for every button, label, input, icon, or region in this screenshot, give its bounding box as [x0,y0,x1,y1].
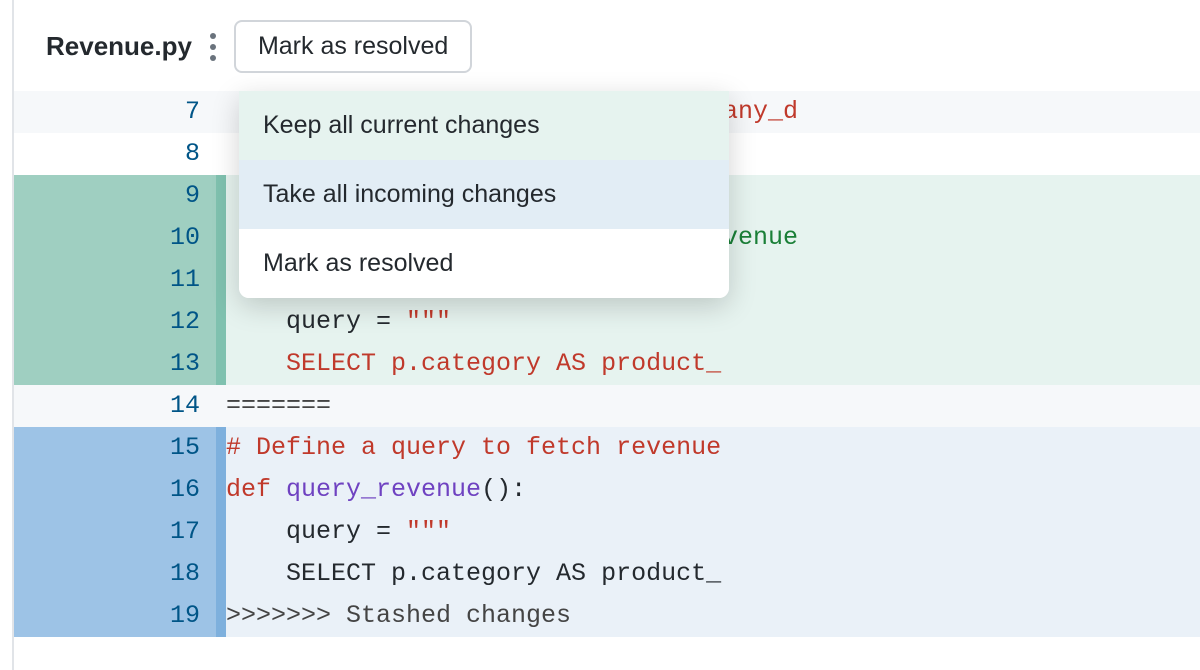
line-number: 7 [14,91,216,133]
code-content: query = """ [226,511,1200,553]
code-fragment: venue [723,217,798,259]
conflict-actions-dropdown: Keep all current changes Take all incomi… [239,91,729,298]
line-number: 11 [14,259,216,301]
code-line: 17 query = """ [14,511,1200,553]
line-number: 14 [14,385,216,427]
code-line: 19 >>>>>>> Stashed changes [14,595,1200,637]
code-content: def query_revenue(): [226,469,1200,511]
code-fragment: any_d [723,91,798,133]
code-content: query = """ [226,301,1200,343]
take-incoming-option[interactable]: Take all incoming changes [239,160,729,229]
line-number: 13 [14,343,216,385]
line-number: 18 [14,553,216,595]
mark-as-resolved-button[interactable]: Mark as resolved [234,20,472,73]
line-number: 16 [14,469,216,511]
code-line: 15 # Define a query to fetch revenue [14,427,1200,469]
line-number: 12 [14,301,216,343]
code-line: 14 ======= [14,385,1200,427]
code-line: 16 def query_revenue(): [14,469,1200,511]
code-editor: any_d venue Keep all current changes Tak… [14,91,1200,637]
keep-current-option[interactable]: Keep all current changes [239,91,729,160]
kebab-menu-icon[interactable] [206,25,220,69]
mark-resolved-option[interactable]: Mark as resolved [239,229,729,298]
file-header: Revenue.py Mark as resolved [14,8,1200,91]
line-number: 9 [14,175,216,217]
code-content: SELECT p.category AS product_ [226,343,1200,385]
code-content: # Define a query to fetch revenue [226,427,1200,469]
code-content: >>>>>>> Stashed changes [226,595,1200,637]
file-panel: Revenue.py Mark as resolved any_d venue … [12,0,1200,670]
line-number: 10 [14,217,216,259]
code-line: 13 SELECT p.category AS product_ [14,343,1200,385]
code-line: 12 query = """ [14,301,1200,343]
code-line: 18 SELECT p.category AS product_ [14,553,1200,595]
line-number: 15 [14,427,216,469]
filename: Revenue.py [46,31,192,62]
line-number: 17 [14,511,216,553]
code-content: ======= [226,385,1200,427]
code-content: SELECT p.category AS product_ [226,553,1200,595]
line-number: 8 [14,133,216,175]
line-number: 19 [14,595,216,637]
